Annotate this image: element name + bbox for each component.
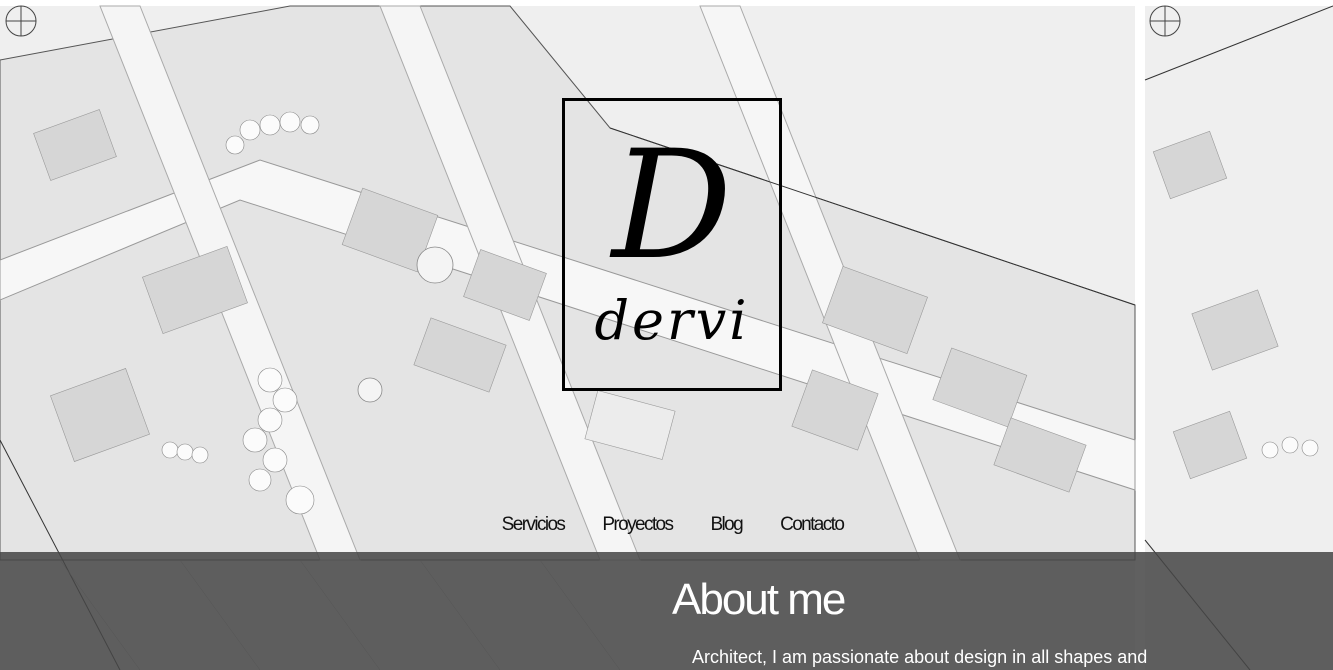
page: D dervi Servicios Proyectos Blog Contact… [0, 0, 1333, 670]
main-nav: Servicios Proyectos Blog Contacto [0, 510, 1333, 540]
nav-link-servicios[interactable]: Servicios [502, 510, 566, 540]
logo[interactable]: D dervi [562, 98, 782, 391]
nav-link-proyectos[interactable]: Proyectos [602, 510, 674, 540]
nav-link-contacto[interactable]: Contacto [780, 510, 845, 540]
logo-wordmark: dervi [594, 289, 750, 352]
nav-link-blog[interactable]: Blog [710, 510, 743, 540]
about-section: About me Architect, I am passionate abou… [0, 552, 1333, 670]
about-text: Architect, I am passionate about design … [692, 647, 1148, 667]
about-title: About me [672, 575, 846, 624]
logo-letter: D [611, 119, 733, 293]
